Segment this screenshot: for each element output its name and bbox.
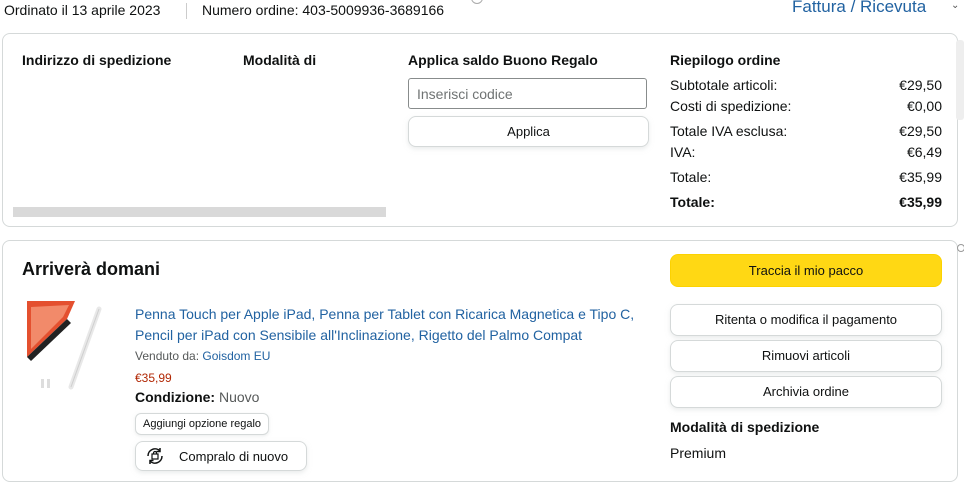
summary-row-net-total: Totale IVA esclusa: €29,50: [670, 123, 942, 141]
summary-label: IVA:: [670, 144, 696, 160]
chevron-down-icon[interactable]: ⌄: [951, 0, 959, 11]
track-package-button[interactable]: Traccia il mio pacco: [670, 254, 942, 287]
summary-row-subtotal: Subtotale articoli: €29,50: [670, 77, 942, 95]
summary-label: Costi di spedizione:: [670, 98, 792, 114]
apply-button[interactable]: Applica: [408, 116, 649, 147]
remove-items-button[interactable]: Rimuovi articoli: [670, 340, 942, 372]
order-header: Ordinato il 13 aprile 2023 Numero ordine…: [0, 0, 964, 24]
summary-label: Totale:: [670, 194, 715, 210]
retry-payment-button[interactable]: Ritenta o modifica il pagamento: [670, 304, 942, 336]
add-gift-option-button[interactable]: Aggiungi opzione regalo: [135, 413, 270, 435]
gift-code-input[interactable]: [408, 78, 647, 109]
buy-again-label: Compralo di nuovo: [179, 449, 289, 464]
archive-order-button[interactable]: Archivia ordine: [670, 376, 942, 408]
summary-value: €6,49: [906, 144, 942, 160]
order-summary-box: Indirizzo di spedizione Modalità di Appl…: [2, 33, 958, 227]
product-condition: Condizione: Nuovo: [135, 389, 259, 405]
shipping-address-label: Indirizzo di spedizione: [22, 52, 172, 68]
header-divider: [186, 3, 187, 19]
payment-method-label: Modalità di: [243, 52, 317, 68]
gift-card-label: Applica saldo Buono Regalo: [408, 52, 598, 68]
buy-again-button[interactable]: Compralo di nuovo: [135, 441, 307, 471]
summary-row-total: Totale: €35,99: [670, 169, 942, 187]
sold-by-label: Venduto da:: [135, 349, 200, 363]
summary-label: Totale IVA esclusa:: [670, 123, 788, 139]
summary-value: €29,50: [899, 123, 942, 139]
summary-value: €35,99: [899, 169, 942, 185]
summary-row-grand-total: Totale: €35,99: [670, 194, 942, 212]
shipment-box: Arriverà domani Traccia il mio pacco Rit…: [2, 240, 958, 482]
delivery-status: Arriverà domani: [22, 259, 161, 279]
scroll-indicator-icon: [957, 244, 964, 252]
product-title-link[interactable]: Penna Touch per Apple iPad, Penna per Ta…: [135, 304, 655, 346]
order-date: Ordinato il 13 aprile 2023: [4, 2, 161, 18]
buy-again-icon: [147, 448, 163, 464]
product-image[interactable]: [27, 301, 109, 397]
summary-label: Totale:: [670, 169, 712, 185]
order-summary-label: Riepilogo ordine: [670, 52, 781, 68]
invoice-link[interactable]: Fattura / Ricevuta: [792, 0, 926, 17]
summary-row-vat: IVA: €6,49: [670, 144, 942, 162]
condition-label: Condizione:: [135, 389, 216, 405]
product-price: €35,99: [135, 371, 172, 385]
order-number: Numero ordine: 403-5009936-3689166: [202, 2, 445, 18]
summary-row-shipping: Costi di spedizione: €0,00: [670, 98, 942, 116]
seller-link[interactable]: Goisdom EU: [202, 349, 270, 363]
summary-value: €35,99: [899, 194, 942, 210]
sold-by: Venduto da: Goisdom EU: [135, 349, 270, 363]
vertical-scrollbar[interactable]: [956, 40, 964, 120]
horizontal-scrollbar[interactable]: [13, 207, 386, 217]
summary-value: €0,00: [906, 98, 942, 114]
condition-value: Nuovo: [219, 389, 260, 405]
info-circle-icon: [471, 0, 483, 4]
summary-label: Subtotale articoli:: [670, 77, 778, 93]
summary-value: €29,50: [899, 77, 942, 93]
shipping-mode-value: Premium: [670, 445, 727, 461]
shipping-mode-label: Modalità di spedizione: [670, 419, 820, 435]
